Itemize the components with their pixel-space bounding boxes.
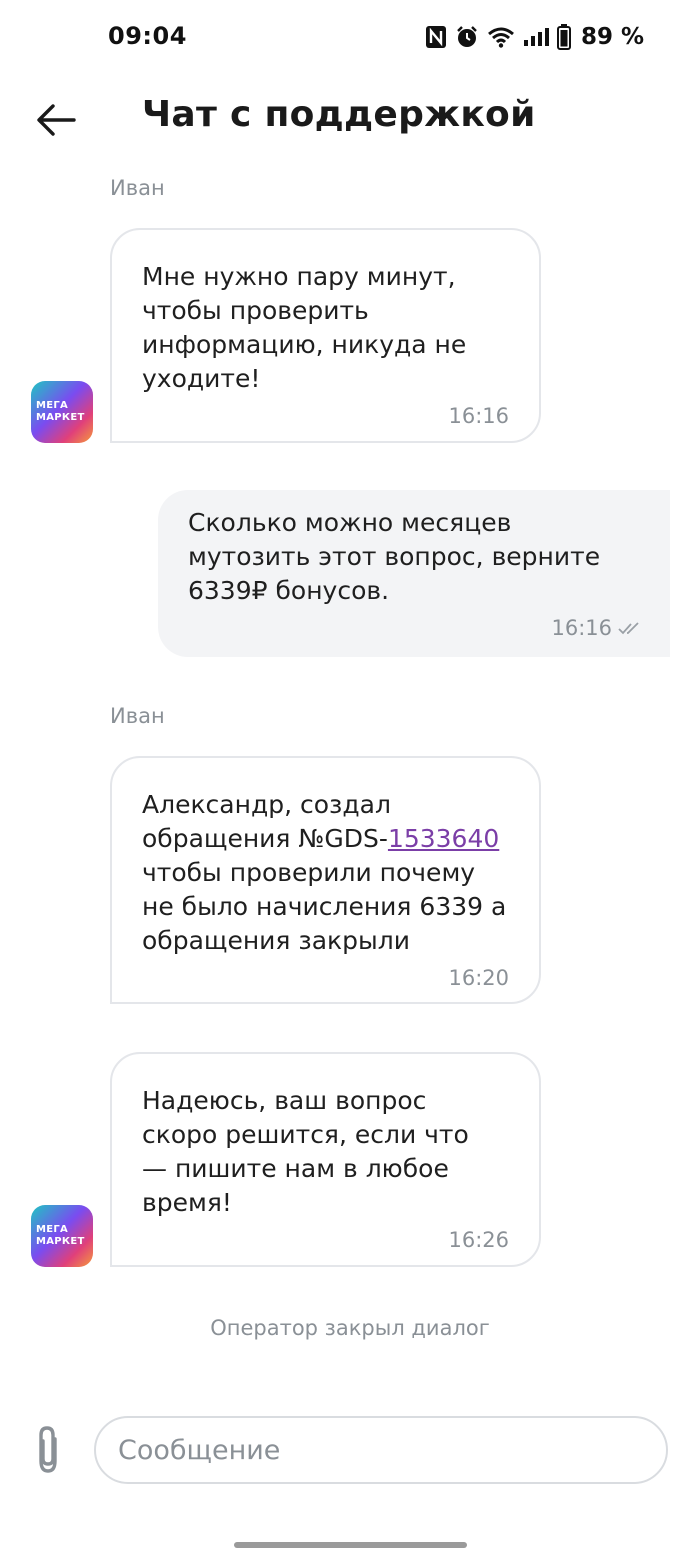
dialog-closed-note: Оператор закрыл диалог [210,1316,490,1340]
message-bubble-incoming: Надеюсь, ваш вопрос скоро решится, если … [110,1052,541,1267]
signal-icon [523,27,549,47]
avatar-brand-line2: МАРКЕТ [36,1236,85,1247]
message-text: Мне нужно пару минут, чтобы проверить ин… [142,262,467,393]
avatar-brand-line1: МЕГА [36,400,69,411]
message-text: Надеюсь, ваш вопрос скоро решится, если … [142,1086,469,1217]
wifi-icon [487,26,515,48]
message-text: Сколько можно месяцев мутозить этот вопр… [188,508,601,605]
support-avatar: МЕГА МАРКЕТ [31,381,93,443]
message-meta: 16:16 [188,614,640,642]
message-time: 16:16 [551,616,612,640]
message-bubble-outgoing: Сколько можно месяцев мутозить этот вопр… [158,490,670,657]
support-avatar: МЕГА МАРКЕТ [31,1205,93,1267]
status-icons: 89 % [425,24,644,50]
avatar-brand-line2: МАРКЕТ [36,412,85,423]
home-indicator[interactable] [234,1542,467,1548]
message-time: 16:26 [448,1228,509,1252]
message-text: Александр, создал обращения №GDS-1533640… [142,788,509,958]
message-time: 16:16 [448,404,509,428]
message-bubble-incoming: Мне нужно пару минут, чтобы проверить ин… [110,228,541,443]
sender-name: Иван [110,176,165,200]
attach-button[interactable] [26,1420,70,1480]
battery-icon [556,24,571,50]
double-check-icon [618,622,639,635]
header: Чат с поддержкой [0,80,700,160]
message-input[interactable] [94,1416,668,1484]
message-time: 16:20 [448,966,509,990]
message-text-part: чтобы проверили почему не было начислени… [142,858,507,955]
chat-screen: 09:04 89 % Чат с поддержкой Иван Мне нуж… [0,0,700,1563]
status-bar: 09:04 89 % [0,0,700,80]
alarm-icon [455,25,479,49]
status-time: 09:04 [108,22,187,50]
nfc-icon [425,25,447,49]
message-text-part: Александр, создал обращения №GDS- [142,790,391,853]
battery-level: 89 % [580,24,644,50]
avatar-brand-line1: МЕГА [36,1224,69,1235]
message-bubble-incoming: Александр, создал обращения №GDS-1533640… [110,756,541,1004]
page-title: Чат с поддержкой [142,94,536,135]
back-button[interactable] [30,94,82,146]
back-arrow-icon [37,104,76,136]
paperclip-icon [39,1426,57,1473]
ticket-link[interactable]: 1533640 [388,824,499,853]
sender-name: Иван [110,704,165,728]
